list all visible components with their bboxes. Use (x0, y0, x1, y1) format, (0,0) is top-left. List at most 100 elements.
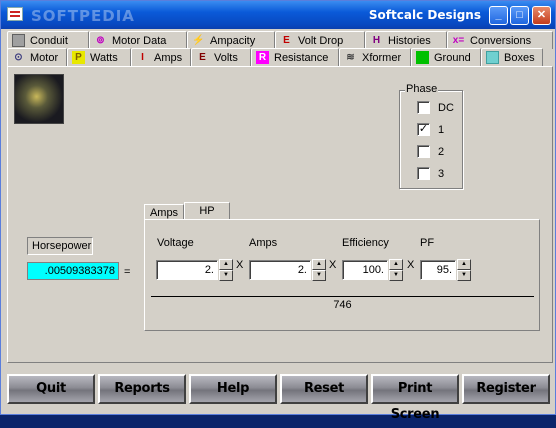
voltage-spinner[interactable]: ▲ ▼ (219, 259, 233, 281)
amps-spinner[interactable]: ▲ ▼ (312, 259, 326, 281)
window-title: Softcalc Designs (368, 8, 481, 22)
quit-button[interactable]: Quit (7, 374, 95, 404)
tab-histories[interactable]: H Histories (365, 31, 447, 49)
multiply-sign: X (329, 259, 337, 271)
tab-label: Amps (154, 51, 183, 64)
tab-label: Boxes (504, 51, 535, 64)
spin-up-icon[interactable]: ▲ (389, 259, 403, 270)
option-label: 3 (438, 167, 445, 180)
help-button[interactable]: Help (189, 374, 277, 404)
tab-label: Resistance (274, 51, 329, 64)
title-bar[interactable]: SOFTPEDIA Softcalc Designs _ □ ✕ (1, 1, 555, 29)
multiply-sign: X (236, 259, 244, 271)
tab-watts[interactable]: P Watts (67, 48, 131, 66)
checkbox-checked[interactable]: ✓ (417, 123, 430, 136)
watts-icon: P (72, 51, 85, 64)
tab-row-bottom: ⊙ Motor P Watts I Amps E Volts R Resista… (7, 48, 553, 66)
minimize-button[interactable]: _ (489, 6, 508, 25)
tab-label: Conduit (30, 34, 68, 47)
spin-down-icon[interactable]: ▼ (219, 270, 233, 281)
amps-icon: I (141, 52, 144, 63)
volt-drop-icon: E (283, 35, 290, 46)
checkbox[interactable] (417, 167, 430, 180)
tab-ground[interactable]: Ground (411, 48, 481, 66)
xformer-icon: ≋ (346, 52, 355, 63)
tab-amps[interactable]: I Amps (131, 48, 191, 66)
tab-label: Motor (30, 51, 59, 64)
register-button[interactable]: Register (462, 374, 550, 404)
spin-down-icon[interactable]: ▼ (312, 270, 326, 281)
phase-option-3[interactable]: 3 (417, 167, 444, 180)
tab-label: Ampacity (210, 34, 256, 47)
amps-label: Amps (249, 237, 278, 249)
efficiency-field[interactable]: 100. (342, 260, 388, 280)
maximize-button[interactable]: □ (510, 6, 529, 25)
option-label: 1 (438, 123, 445, 136)
histories-icon: H (372, 35, 381, 46)
reset-button[interactable]: Reset (280, 374, 368, 404)
phase-legend: Phase (405, 83, 439, 95)
boxes-icon (486, 51, 499, 64)
option-label: 2 (438, 145, 445, 158)
tab-label: Motor Data (112, 34, 167, 47)
tab-label: Volts (214, 51, 238, 64)
efficiency-spinner[interactable]: ▲ ▼ (389, 259, 403, 281)
checkbox[interactable] (417, 101, 430, 114)
motor-data-icon: ⊚ (96, 35, 105, 46)
tab-volt-drop[interactable]: E Volt Drop (275, 31, 365, 49)
tab-xformer[interactable]: ≋ Xformer (339, 48, 411, 66)
tab-label: Ground (434, 51, 471, 64)
tab-label: Conversions (470, 34, 532, 47)
watermark: SOFTPEDIA (31, 7, 135, 25)
motor-icon: ⊙ (14, 52, 23, 63)
spin-down-icon[interactable]: ▼ (389, 270, 403, 281)
horsepower-label: Horsepower (27, 237, 93, 255)
spin-up-icon[interactable]: ▲ (219, 259, 233, 270)
subtab-amps[interactable]: Amps (144, 204, 184, 220)
phase-option-dc[interactable]: DC (417, 101, 454, 114)
horsepower-value: .00509383378 (27, 262, 119, 280)
tab-label: Xformer (362, 51, 402, 64)
close-button[interactable]: ✕ (532, 6, 551, 25)
spin-up-icon[interactable]: ▲ (312, 259, 326, 270)
pf-label: PF (420, 237, 435, 249)
reports-button[interactable]: Reports (98, 374, 186, 404)
tab-label: Histories (388, 34, 431, 47)
conversions-icon: x= (452, 35, 465, 46)
tab-ampacity[interactable]: ⚡ Ampacity (187, 31, 275, 49)
amps-field[interactable]: 2. (249, 260, 311, 280)
multiply-sign: X (407, 259, 415, 271)
motor-image (14, 74, 64, 124)
phase-option-1[interactable]: ✓ 1 (417, 123, 444, 136)
app-window: SOFTPEDIA Softcalc Designs _ □ ✕ Conduit… (0, 0, 556, 422)
app-icon[interactable] (7, 7, 23, 21)
voltage-field[interactable]: 2. (156, 260, 218, 280)
voltage-label: Voltage (157, 237, 194, 249)
ground-icon (416, 51, 429, 64)
spin-down-icon[interactable]: ▼ (457, 270, 471, 281)
pf-spinner[interactable]: ▲ ▼ (457, 259, 471, 281)
tab-boxes[interactable]: Boxes (481, 48, 543, 66)
tab-motor[interactable]: ⊙ Motor (7, 48, 67, 66)
denominator-value: 746 (333, 299, 352, 311)
pf-field[interactable]: 95. (420, 260, 456, 280)
option-label: DC (438, 101, 454, 114)
spin-up-icon[interactable]: ▲ (457, 259, 471, 270)
phase-option-2[interactable]: 2 (417, 145, 444, 158)
checkbox[interactable] (417, 145, 430, 158)
efficiency-label: Efficiency (342, 237, 389, 249)
fraction-line (151, 296, 534, 297)
print-screen-button[interactable]: Print Screen (371, 374, 459, 422)
resistance-icon: R (256, 51, 269, 64)
tab-motor-data[interactable]: ⊚ Motor Data (89, 31, 187, 49)
tab-label: Volt Drop (298, 34, 344, 47)
tab-conduit[interactable]: Conduit (7, 31, 89, 49)
tab-volts[interactable]: E Volts (191, 48, 251, 66)
phase-group: Phase DC ✓ 1 2 3 (399, 83, 463, 189)
tab-row-top: Conduit ⊚ Motor Data ⚡ Ampacity E Volt D… (7, 31, 553, 49)
tab-conversions[interactable]: x= Conversions (447, 31, 553, 49)
tab-resistance[interactable]: R Resistance (251, 48, 339, 66)
subtab-hp[interactable]: HP (184, 202, 230, 220)
tab-label: Watts (90, 51, 118, 64)
volts-icon: E (199, 52, 206, 63)
